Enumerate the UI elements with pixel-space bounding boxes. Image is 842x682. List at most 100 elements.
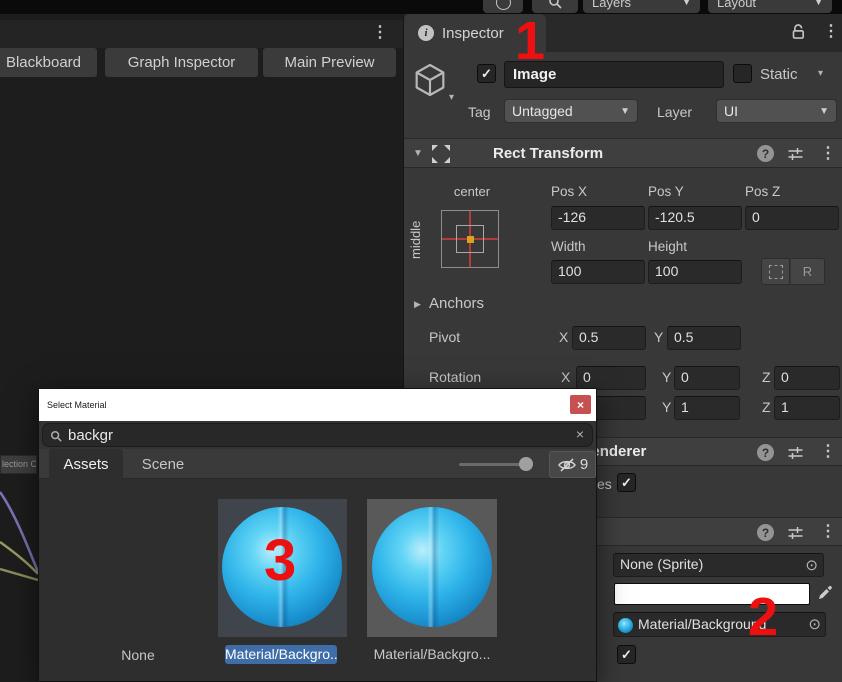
- material-object-field[interactable]: Material/Background ⊙: [613, 612, 826, 637]
- component-kebab-icon[interactable]: ⋮: [820, 523, 836, 541]
- tab-inspector-label: Inspector: [442, 25, 504, 42]
- item-none-label[interactable]: None: [98, 647, 178, 663]
- inspector-kebab-icon[interactable]: ⋮: [823, 23, 839, 41]
- hidden-packages-button[interactable]: 9: [549, 451, 596, 478]
- tag-value: Untagged: [512, 101, 573, 122]
- rotation-y-field[interactable]: 0: [674, 366, 740, 390]
- tag-dropdown[interactable]: Untagged ▼: [504, 99, 638, 123]
- rotation-label: Rotation: [429, 369, 481, 385]
- static-checkbox[interactable]: [733, 64, 752, 83]
- dialog-titlebar[interactable]: Select Material ×: [39, 389, 596, 421]
- check-icon: ✓: [621, 647, 632, 663]
- main-toolbar: Layers ▼ Layout ▼: [0, 0, 842, 14]
- source-image-object-field[interactable]: None (Sprite) ⊙: [613, 553, 824, 577]
- layout-dropdown[interactable]: Layout ▼: [708, 0, 832, 13]
- foldout-open-icon[interactable]: ▼: [413, 148, 423, 159]
- anchor-preset-widget[interactable]: [441, 210, 499, 268]
- cube-dropdown-icon[interactable]: ▾: [449, 92, 454, 103]
- zoom-slider-handle[interactable]: [519, 457, 533, 471]
- object-picker-icon[interactable]: ⊙: [805, 558, 818, 573]
- raycast-target-checkbox[interactable]: ✓: [617, 645, 636, 664]
- raw-edit-mode-button[interactable]: R: [791, 258, 825, 285]
- blueprint-mode-button[interactable]: [761, 258, 790, 285]
- pos-z-field[interactable]: 0: [745, 206, 839, 230]
- rotation-z-field[interactable]: 0: [774, 366, 840, 390]
- pivot-y-field[interactable]: 0.5: [667, 326, 741, 350]
- eyedropper-icon[interactable]: [816, 584, 834, 602]
- tab-blackboard[interactable]: Blackboard: [0, 48, 97, 77]
- item-selected-label[interactable]: Material/Backgro...: [225, 645, 337, 664]
- cube-icon[interactable]: [410, 60, 450, 100]
- anchor-horizontal-label: center: [446, 184, 498, 200]
- height-label: Height: [648, 239, 687, 255]
- pivot-x-field[interactable]: 0.5: [572, 326, 646, 350]
- presets-icon[interactable]: [787, 525, 804, 541]
- pos-y-field[interactable]: -120.5: [648, 206, 742, 230]
- dialog-tabrow: Assets Scene 9: [39, 449, 596, 479]
- color-swatch[interactable]: [614, 583, 810, 605]
- component-kebab-icon[interactable]: ⋮: [820, 443, 836, 461]
- pos-y-label: Pos Y: [648, 184, 684, 200]
- graph-node-title: lection O: [2, 459, 37, 469]
- rect-transform-header[interactable]: ▼ Rect Transform ? ⋮: [404, 138, 842, 168]
- layers-dropdown-label: Layers: [592, 0, 631, 10]
- rotation-y-axis-label: Y: [662, 369, 671, 385]
- tab-main-preview[interactable]: Main Preview: [263, 48, 396, 77]
- material-thumbnail[interactable]: [367, 499, 497, 637]
- cull-row-label-fragment: es: [597, 476, 612, 492]
- graph-wires: [0, 474, 38, 599]
- rotation-z-axis-label: Z: [762, 369, 771, 385]
- tab-scene[interactable]: Scene: [123, 449, 203, 479]
- annotation-1: 1: [515, 14, 545, 68]
- tab-assets[interactable]: Assets: [49, 449, 123, 479]
- lock-open-icon[interactable]: [789, 23, 807, 41]
- graph-node-fragment[interactable]: lection O: [0, 455, 37, 474]
- search-icon: [548, 0, 562, 9]
- scale-z-field[interactable]: 1: [774, 396, 840, 420]
- search-input-wrap[interactable]: ×: [42, 423, 593, 447]
- width-field[interactable]: 100: [551, 260, 645, 284]
- tab-graph-inspector[interactable]: Graph Inspector: [105, 48, 258, 77]
- inspector-tabbar: i Inspector ⋮: [404, 14, 842, 52]
- anchors-foldout-icon[interactable]: ▶: [414, 299, 421, 310]
- component-kebab-icon[interactable]: ⋮: [820, 145, 836, 163]
- rotation-x-field[interactable]: 0: [576, 366, 646, 390]
- active-checkbox[interactable]: ✓: [477, 64, 496, 83]
- pivot-y-axis-label: Y: [654, 329, 663, 345]
- eye-slash-icon: [557, 457, 577, 473]
- pos-z-label: Pos Z: [745, 184, 780, 200]
- search-input[interactable]: [66, 425, 546, 445]
- help-icon[interactable]: ?: [757, 524, 774, 541]
- scale-z-axis-label: Z: [762, 399, 771, 415]
- pivot-label: Pivot: [429, 329, 460, 345]
- raw-edit-label: R: [803, 264, 812, 279]
- layer-dropdown[interactable]: UI ▼: [716, 99, 837, 123]
- object-picker-icon[interactable]: ⊙: [808, 617, 821, 632]
- material-sphere-icon: [618, 618, 633, 633]
- chevron-down-icon: ▼: [819, 101, 829, 122]
- info-icon: i: [418, 25, 434, 41]
- tab-main-preview-label: Main Preview: [284, 54, 374, 71]
- cull-transparent-mesh-checkbox[interactable]: ✓: [617, 473, 636, 492]
- close-icon: ×: [577, 398, 584, 412]
- presets-icon[interactable]: [787, 146, 804, 162]
- pivot-x-axis-label: X: [559, 329, 568, 345]
- item-label[interactable]: Material/Backgro...: [368, 646, 496, 662]
- chevron-down-icon: ▼: [682, 0, 691, 7]
- check-icon: ✓: [481, 66, 492, 82]
- static-dropdown-icon[interactable]: ▾: [818, 68, 823, 79]
- help-icon[interactable]: ?: [757, 444, 774, 461]
- layers-dropdown[interactable]: Layers ▼: [583, 0, 700, 13]
- kebab-menu-icon[interactable]: ⋮: [372, 24, 388, 42]
- presets-icon[interactable]: [787, 445, 804, 461]
- clear-search-icon[interactable]: ×: [576, 426, 584, 442]
- chevron-down-icon: ▼: [620, 101, 630, 122]
- height-field[interactable]: 100: [648, 260, 742, 284]
- pos-x-field[interactable]: -126: [551, 206, 645, 230]
- annotation-2: 2: [748, 590, 778, 644]
- scale-y-field[interactable]: 1: [674, 396, 740, 420]
- anchors-label[interactable]: Anchors: [429, 296, 484, 312]
- close-button[interactable]: ×: [570, 395, 591, 414]
- blueprint-icon: [769, 265, 783, 279]
- help-icon[interactable]: ?: [757, 145, 774, 162]
